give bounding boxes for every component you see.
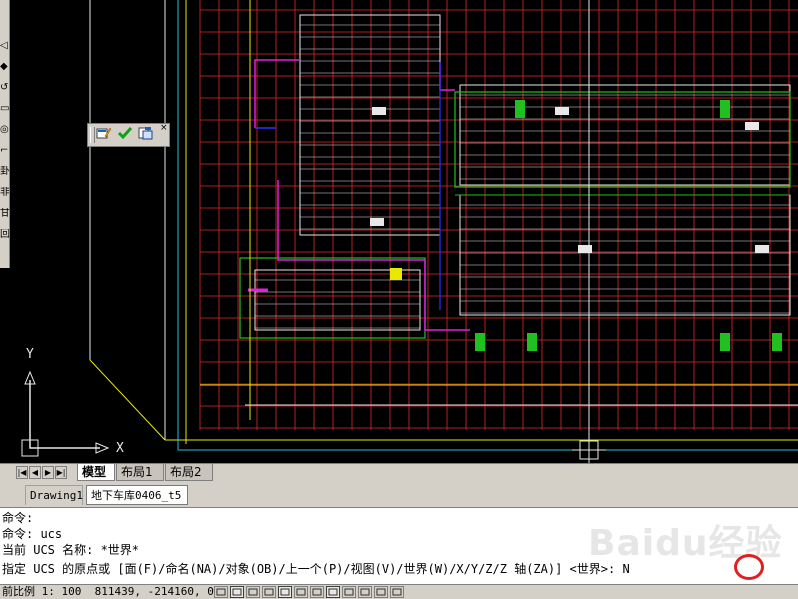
status-toggle-icon [232, 588, 242, 596]
status-toggle-icon [312, 588, 322, 596]
status-toggle-button[interactable] [310, 586, 324, 598]
magenta-path [277, 180, 470, 331]
status-toggle-button[interactable] [294, 586, 308, 598]
equipment-block [515, 100, 525, 118]
command-window[interactable]: Baidu经验 命令: 命令: ucs 当前 UCS 名称: *世界* 指定 UCS … [0, 508, 798, 584]
palette-tool-icon[interactable]: ▭ [0, 103, 9, 115]
palette-tool-icon[interactable]: ↺ [0, 82, 9, 94]
toolbar-close-icon[interactable]: × [160, 124, 169, 133]
status-toggle-icon [216, 588, 226, 596]
document-tab-bar: Drawing1 地下车库0406_t5 [0, 482, 798, 508]
label-blob [745, 122, 759, 130]
palette-tool-icon[interactable]: 甘 [0, 208, 9, 220]
document-tab[interactable]: Drawing1 [25, 485, 83, 505]
status-toggle-button[interactable] [342, 586, 356, 598]
equipment-block [720, 333, 730, 351]
properties-edit-button[interactable] [96, 126, 116, 144]
status-toggle-button[interactable] [358, 586, 372, 598]
equipment-block [475, 333, 485, 351]
document-tab[interactable]: 地下车库0406_t5 [86, 485, 188, 505]
magenta-path [254, 59, 300, 128]
status-toggle-button[interactable] [390, 586, 404, 598]
status-toggle-icon [344, 588, 354, 596]
status-coordinates: 前比例 1: 100 811439, -214160, 0 [2, 585, 214, 599]
parking-block [459, 84, 791, 186]
status-toggle-button[interactable] [374, 586, 388, 598]
layout-nav-button[interactable]: |◀ [16, 466, 28, 479]
status-toggle-button[interactable] [262, 586, 276, 598]
ucs-x-label: X [116, 441, 124, 456]
ucs-y-label: Y [26, 347, 34, 362]
boundary-line [89, 359, 166, 441]
layout-tab-1[interactable]: 布局1 [116, 464, 164, 481]
status-toggle-icon [376, 588, 386, 596]
status-bar: 前比例 1: 100 811439, -214160, 0 [0, 584, 798, 599]
status-toggle-button[interactable] [326, 586, 340, 598]
command-prompt-line: 指定 UCS 的原点或 [面(F)/命名(NA)/对象(OB)/上一个(P)/视… [2, 562, 630, 576]
tool-palette[interactable]: ◁ ◆ ↺ ▭ ◎ ⌐ 卦非甘回 [0, 0, 10, 268]
label-blob [578, 245, 592, 253]
palette-tool-icon[interactable]: 卦 [0, 166, 9, 178]
status-toggle-icon [360, 588, 370, 596]
drawing-canvas[interactable]: YX ◁ ◆ ↺ ▭ ◎ ⌐ 卦非甘回 × [0, 0, 798, 463]
layout-nav-button[interactable]: ▶ [42, 466, 54, 479]
status-toggle-icon [392, 588, 402, 596]
palette-tool-icon[interactable]: ⌐ [0, 145, 9, 157]
green-outline [454, 91, 791, 188]
status-toggle-icon [264, 588, 274, 596]
command-history-line: 当前 UCS 名称: *世界* [2, 543, 140, 557]
label-blob [755, 245, 769, 253]
palette-tool-icon[interactable]: ◎ [0, 124, 9, 136]
status-toggle-button[interactable] [246, 586, 260, 598]
command-history-line: 命令: [2, 511, 34, 525]
layer-edit-button[interactable] [138, 126, 158, 144]
layout-tab-0[interactable]: 模型 [77, 464, 115, 481]
parking-block [459, 194, 791, 316]
status-toggle-button[interactable] [214, 586, 228, 598]
status-toggle-icon [296, 588, 306, 596]
parking-block [299, 14, 441, 236]
status-toggle-button[interactable] [278, 586, 292, 598]
layout-nav-button[interactable]: ▶| [55, 466, 67, 479]
label-blob [370, 218, 384, 226]
properties-edit-icon [96, 127, 112, 139]
layer-edit-icon [138, 127, 153, 140]
status-toggle-icon [280, 588, 290, 596]
cad-drawing: YX [21, 0, 798, 463]
command-history-line: 命令: ucs [2, 527, 63, 541]
highlight-circle [734, 554, 764, 580]
confirm-button[interactable] [117, 126, 137, 144]
status-toggle-icon [248, 588, 258, 596]
label-blob [372, 107, 386, 115]
status-toggle-button[interactable] [230, 586, 244, 598]
equipment-block [720, 100, 730, 118]
equipment-block [772, 333, 782, 351]
coordinate-readout: 811439, -214160, 0 [94, 585, 214, 598]
palette-tool-icon[interactable]: 非 [0, 187, 9, 199]
layout-nav-button[interactable]: ◀ [29, 466, 41, 479]
scale-label: 前比例 1: 100 [2, 585, 82, 598]
ucs-axis [29, 380, 100, 449]
palette-tool-icon[interactable]: 回 [0, 229, 9, 241]
layout-tab-2[interactable]: 布局2 [165, 464, 213, 481]
toolbar-grip[interactable] [90, 127, 95, 143]
status-toggle-icon [328, 588, 338, 596]
layout-tab-bar: |◀ ◀ ▶ ▶| 模型 布局1 布局2 [0, 463, 798, 482]
checkmark-icon [117, 127, 133, 140]
label-blob [555, 107, 569, 115]
palette-tool-icon[interactable]: ◆ [0, 61, 9, 73]
palette-tool-icon[interactable]: ◁ [0, 40, 9, 52]
equipment-block [390, 268, 402, 280]
equipment-block [527, 333, 537, 351]
floating-toolbar[interactable]: × [87, 123, 170, 147]
